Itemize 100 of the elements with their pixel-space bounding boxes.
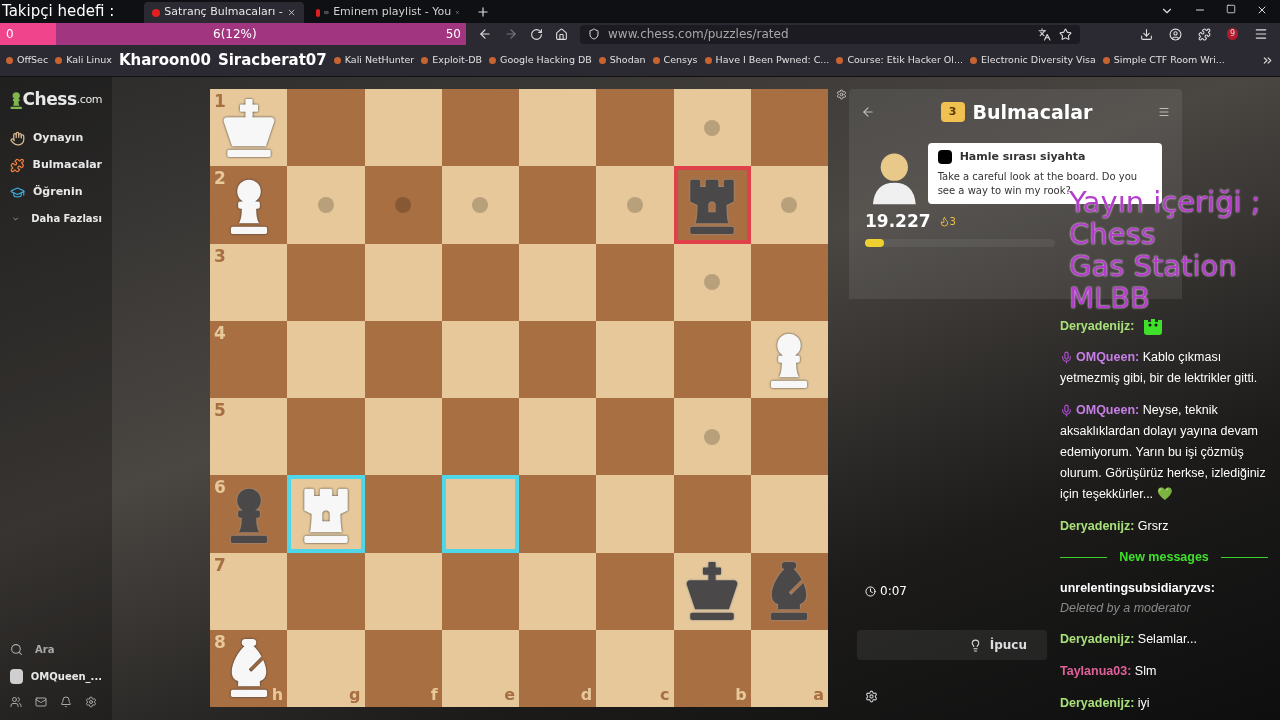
dark-square[interactable]: [519, 320, 597, 398]
nav-item[interactable]: Oynayın: [10, 124, 102, 152]
light-square[interactable]: [441, 320, 519, 398]
dark-square[interactable]: [750, 89, 828, 167]
rank-label: 7: [214, 553, 226, 577]
back-icon[interactable]: [478, 27, 492, 41]
chat-username[interactable]: unrelentingsubsidiaryzvs:: [1060, 580, 1215, 595]
friends-icon[interactable]: [10, 696, 22, 708]
bookmark-item[interactable]: Exploit-DB: [421, 53, 482, 68]
file-label: e: [504, 684, 515, 706]
light-square[interactable]: [364, 243, 442, 321]
options-icon[interactable]: [1158, 106, 1170, 118]
maximize-icon[interactable]: [1226, 4, 1236, 14]
bookmark-item[interactable]: Censys: [652, 53, 698, 68]
chat-message: Deryadenijz: Grsrz: [1060, 518, 1170, 535]
dark-square[interactable]: [750, 243, 828, 321]
light-square[interactable]: [519, 398, 597, 476]
light-square[interactable]: [519, 552, 597, 630]
chat-message: Deryadenijz: Selamlar...: [1060, 630, 1198, 648]
chat-username[interactable]: Deryadenijz:: [1060, 316, 1135, 336]
chat-message: OMQueen: Neyse, teknik aksaklıklardan dolayı yayına devam edemiyorum. Yarın bu işi çözmüş olurum. Görüşürüz herkse, izlediğiniz için teşekkürler... 💚: [1060, 402, 1267, 503]
close-window-icon[interactable]: [1256, 4, 1268, 16]
browser-tab[interactable]: Satranç Bulmacaları -: [144, 2, 304, 23]
deleted-notice: Deleted by a moderator: [1060, 599, 1192, 617]
user-profile-item[interactable]: OMQueen_...: [10, 669, 102, 684]
hint-button[interactable]: İpucu: [857, 630, 1047, 660]
dark-square[interactable]: [441, 552, 519, 630]
dark-square[interactable]: [673, 166, 751, 244]
stream-overlay-text: Gas Station: [1069, 250, 1238, 282]
rank-label: 6: [214, 476, 226, 500]
streak-icon: [938, 216, 950, 228]
goal-start: 0: [6, 26, 14, 43]
light-square[interactable]: [673, 398, 751, 476]
bookmark-item[interactable]: Have I Been Pwned: C...: [704, 53, 830, 68]
rank-label: 2: [214, 167, 226, 191]
file-label: h: [271, 684, 284, 706]
light-square[interactable]: [673, 243, 751, 321]
avatar-icon: [10, 669, 23, 684]
rank-label: 1: [214, 90, 226, 113]
turn-indicator-icon: [937, 150, 952, 165]
light-square[interactable]: [519, 243, 597, 321]
more-nav-item[interactable]: Daha Fazlası: [10, 205, 102, 232]
search-item[interactable]: Ara: [10, 642, 102, 657]
extension-badge[interactable]: 9: [1226, 28, 1238, 40]
settings-icon[interactable]: [85, 696, 97, 708]
dark-square[interactable]: [441, 398, 519, 476]
light-square[interactable]: [673, 89, 751, 167]
dark-square[interactable]: [441, 89, 519, 167]
translate-icon[interactable]: [1038, 27, 1051, 41]
dark-square[interactable]: [441, 243, 519, 321]
home-icon[interactable]: [555, 27, 568, 41]
bookmark-item[interactable]: OffSec: [6, 53, 49, 68]
browser-tab[interactable]: Eminem playlist - You: [308, 2, 468, 23]
rank-label: 3: [214, 244, 226, 268]
download-icon[interactable]: [1139, 27, 1153, 41]
extensions-icon[interactable]: [1197, 27, 1211, 41]
more-bookmarks-icon[interactable]: [1261, 54, 1274, 67]
bookmark-star-icon[interactable]: [1059, 27, 1072, 41]
menu-icon[interactable]: [1254, 27, 1268, 41]
tab-favicon-icon: [316, 8, 321, 17]
light-square[interactable]: [673, 552, 751, 630]
bookmark-item[interactable]: Simple CTF Room Wri...: [1102, 53, 1225, 68]
tab-title: Eminem playlist - You: [333, 4, 452, 21]
audio-icon: [324, 7, 330, 18]
dark-square[interactable]: [750, 398, 828, 476]
puzzle-count-badge: 3: [940, 102, 965, 122]
nav-item[interactable]: Bulmacalar: [10, 151, 102, 179]
puzzle-settings-icon[interactable]: [865, 690, 878, 703]
dark-square[interactable]: [364, 320, 442, 398]
rank-label: 4: [214, 321, 226, 345]
chess-logo[interactable]: Chess.com: [10, 87, 102, 113]
reload-icon[interactable]: [530, 27, 543, 41]
rank-label: 5: [214, 399, 226, 422]
puzzle-rating: 19.227: [865, 210, 931, 233]
light-square[interactable]: [364, 398, 442, 476]
dark-square[interactable]: [750, 552, 828, 630]
light-square[interactable]: [364, 89, 442, 167]
account-icon[interactable]: [1168, 27, 1182, 41]
forward-icon[interactable]: [504, 27, 518, 41]
file-label: d: [580, 684, 593, 706]
back-arrow-icon[interactable]: [861, 105, 875, 119]
bookmark-item[interactable]: Course: Etik Hacker Ol...: [836, 53, 963, 68]
bookmark-item[interactable]: Kali NetHunter: [333, 53, 415, 68]
light-square[interactable]: [750, 320, 828, 398]
light-square[interactable]: [519, 89, 597, 167]
light-square[interactable]: [364, 552, 442, 630]
bookmark-item[interactable]: Shodan: [598, 53, 646, 68]
new-tab-icon[interactable]: [476, 5, 490, 19]
nav-item[interactable]: Öğrenin: [10, 178, 102, 206]
notifications-icon[interactable]: [60, 696, 72, 708]
address-bar[interactable]: www.chess.com/puzzles/rated: [580, 24, 1080, 44]
messages-icon[interactable]: [35, 696, 47, 708]
close-tab-icon[interactable]: [286, 7, 296, 18]
dark-square[interactable]: [673, 320, 751, 398]
board-settings-icon[interactable]: [836, 89, 847, 100]
bookmark-item[interactable]: Google Hacking DB: [489, 53, 592, 68]
bookmark-item[interactable]: Electronic Diversity Visa: [970, 53, 1096, 68]
url-text: www.chess.com/puzzles/rated: [608, 26, 789, 43]
file-label: g: [349, 684, 361, 706]
bookmark-item[interactable]: Kali Linux: [55, 53, 112, 68]
